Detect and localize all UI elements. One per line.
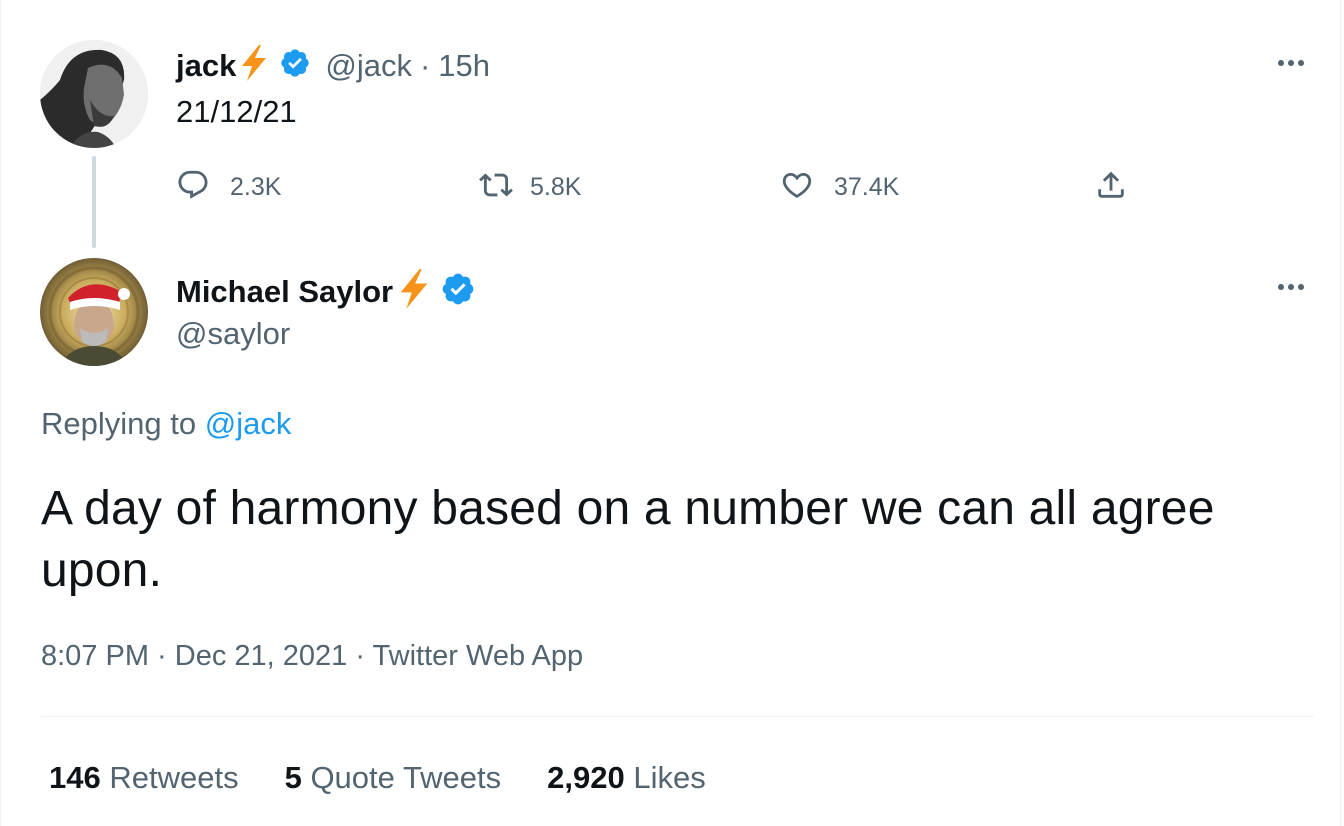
reply-handle-row: @saylor [176, 316, 290, 352]
verified-badge-icon [279, 47, 311, 84]
reply-tweet-header: Michael Saylor [176, 268, 476, 315]
verified-badge-icon [440, 271, 476, 312]
replying-to: Replying to @jack [41, 406, 291, 442]
heart-icon [780, 168, 814, 207]
author-handle[interactable]: @jack [325, 48, 412, 84]
more-options-icon[interactable] [1278, 284, 1304, 290]
lightning-icon [237, 44, 271, 87]
share-button[interactable] [1094, 168, 1128, 207]
parent-tweet-header: jack @jack · 15h [176, 44, 490, 87]
reply-count: 2.3K [230, 173, 282, 201]
thread-connector [92, 156, 96, 248]
author-name[interactable]: Michael Saylor [176, 274, 393, 310]
reply-button[interactable]: 2.3K [176, 168, 281, 207]
author-handle[interactable]: @saylor [176, 316, 290, 352]
avatar[interactable] [40, 258, 148, 366]
right-border [1340, 0, 1341, 826]
left-border [0, 0, 1, 826]
stat-count: 2,920 [547, 760, 634, 795]
tweet-text: A day of harmony based on a number we ca… [41, 482, 1215, 597]
parent-tweet-text: 21/12/21 [176, 94, 297, 129]
likes-stat[interactable]: 2,920 Likes [547, 760, 706, 796]
author-name[interactable]: jack [176, 48, 236, 84]
replying-to-mention[interactable]: @jack [205, 406, 292, 441]
quote-tweets-stat[interactable]: 5 Quote Tweets [285, 760, 502, 796]
replying-to-label: Replying to [41, 406, 197, 441]
stat-label: Retweets [109, 760, 239, 795]
reply-icon [176, 168, 210, 207]
engagement-stats: 146 Retweets 5 Quote Tweets 2,920 Likes [49, 760, 752, 796]
stat-count: 5 [284, 760, 311, 795]
divider [41, 716, 1314, 717]
avatar[interactable] [40, 40, 148, 148]
retweet-icon [478, 168, 514, 207]
separator: · [419, 47, 431, 83]
tweet-meta[interactable]: 8:07 PM · Dec 21, 2021 · Twitter Web App [41, 640, 583, 673]
stat-label: Likes [633, 760, 706, 795]
lightning-icon [394, 268, 434, 315]
stat-label: Quote Tweets [310, 760, 502, 795]
like-count: 37.4K [834, 173, 900, 201]
retweet-count: 5.8K [530, 173, 582, 201]
stat-count: 146 [49, 760, 110, 795]
retweets-stat[interactable]: 146 Retweets [49, 760, 239, 796]
more-options-icon[interactable] [1278, 60, 1304, 66]
like-button[interactable]: 37.4K [780, 168, 899, 207]
retweet-button[interactable]: 5.8K [478, 168, 581, 207]
timestamp[interactable]: 15h [438, 48, 490, 84]
share-icon [1094, 168, 1128, 207]
